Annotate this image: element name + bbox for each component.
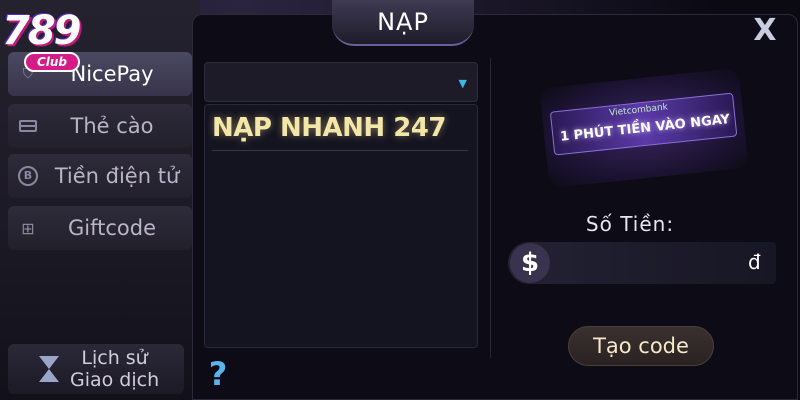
amount-label: Số Tiền:	[585, 212, 675, 236]
sidebar-item-giftcode[interactable]: ⊞ Giftcode	[8, 206, 192, 250]
history-label: Lịch sử Giao dịch	[70, 347, 160, 391]
close-button[interactable]: X	[748, 16, 782, 46]
panel-title: NẠP	[332, 0, 474, 46]
method-option-nap-nhanh[interactable]: NẠP NHANH 247	[212, 106, 472, 150]
bank-logo-text: Vietcombank	[608, 102, 669, 119]
sidebar-item-label: Thẻ cào	[70, 114, 154, 138]
currency-unit: đ	[748, 250, 761, 274]
hourglass-icon	[36, 354, 62, 384]
bitcoin-icon: B	[16, 164, 40, 188]
help-button[interactable]: ?	[204, 356, 232, 392]
banner-text: 1 PHÚT TIỀN VÀO NGAY	[559, 112, 731, 145]
sidebar-item-tien-dien-tu[interactable]: B Tiền điện tử	[8, 154, 192, 198]
sidebar-item-label: Tiền điện tử	[54, 164, 180, 188]
gift-icon: ⊞	[21, 218, 35, 238]
amount-input[interactable]	[556, 250, 736, 278]
card-icon	[16, 114, 40, 138]
divider	[490, 58, 491, 358]
banner-band: Vietcombank 1 PHÚT TIỀN VÀO NGAY	[549, 92, 738, 156]
sidebar-item-the-cao[interactable]: Thẻ cào	[8, 104, 192, 148]
create-code-button[interactable]: Tạo code	[568, 326, 714, 366]
method-dropdown[interactable]: ▼	[204, 62, 478, 102]
divider	[212, 150, 468, 151]
dollar-icon: $	[510, 243, 550, 283]
chevron-down-icon: ▼	[458, 77, 467, 90]
promo-banner: Vietcombank 1 PHÚT TIỀN VÀO NGAY	[539, 67, 749, 189]
sidebar-item-label: Giftcode	[67, 216, 156, 240]
logo: 789 Club	[2, 8, 88, 78]
transaction-history-button[interactable]: Lịch sử Giao dịch	[8, 344, 184, 394]
